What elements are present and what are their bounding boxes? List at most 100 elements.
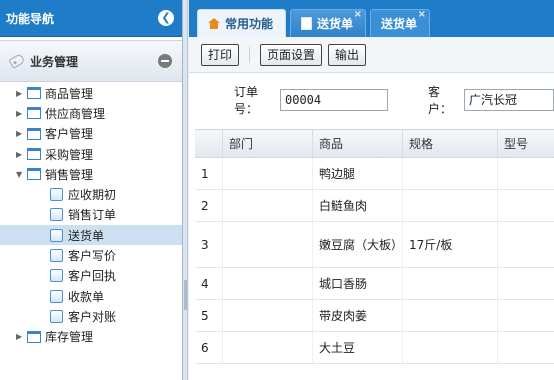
sidebar-item-label: 销售管理 <box>45 167 94 182</box>
sidebar-item-label: 收款单 <box>68 289 105 304</box>
order-no-field[interactable] <box>280 88 388 111</box>
cell-spec[interactable] <box>403 158 498 189</box>
sidebar-item-label: 商品管理 <box>45 86 94 101</box>
cell-product[interactable]: 城口香肠 <box>313 268 403 299</box>
collapse-arrow-icon[interactable]: ▼ <box>16 170 24 179</box>
sidebar-item-supplier-management[interactable]: ▶ 供应商管理 <box>0 103 182 123</box>
expand-arrow-icon[interactable]: ▶ <box>16 109 24 118</box>
cell-product[interactable]: 大土豆 <box>313 332 403 363</box>
sidebar-item-delivery-note[interactable]: 送货单 <box>0 225 182 246</box>
sidebar-splitter[interactable] <box>183 0 188 380</box>
cell-product[interactable]: 带皮肉姜 <box>313 300 403 331</box>
cell-product[interactable]: 嫩豆腐（大板） <box>313 222 403 267</box>
tag-icon <box>8 53 26 69</box>
close-tab-icon[interactable]: × <box>354 9 362 20</box>
sidebar-item-label: 客户回执 <box>68 269 117 284</box>
cell-department[interactable] <box>223 158 313 189</box>
close-tab-icon[interactable]: × <box>418 9 426 20</box>
cell-product[interactable]: 鸭边腿 <box>313 158 403 189</box>
sidebar-item-label: 客户对账 <box>68 309 117 324</box>
cell-department[interactable] <box>223 332 313 363</box>
page-setup-button[interactable]: 页面设置 <box>260 43 323 66</box>
sidebar-item-label: 采购管理 <box>45 147 94 162</box>
cell-spec[interactable]: 17斤/板 <box>403 222 498 267</box>
column-header-rownum <box>195 130 223 157</box>
toolbar-divider <box>249 46 251 63</box>
document-icon <box>50 309 63 323</box>
expand-arrow-icon[interactable]: ▶ <box>16 89 24 98</box>
column-header-product[interactable]: 商品 <box>313 130 403 157</box>
sidebar-item-customer-pricing[interactable]: 客户写价 <box>0 245 182 265</box>
document-icon <box>50 228 63 242</box>
cell-spec[interactable] <box>403 332 498 363</box>
collapse-sidebar-icon[interactable]: ❮ <box>158 10 174 26</box>
column-header-spec[interactable]: 规格 <box>403 130 498 157</box>
sidebar-item-customer-management[interactable]: ▶ 客户管理 <box>0 124 182 144</box>
sidebar-item-purchase-management[interactable]: ▶ 采购管理 <box>0 144 182 164</box>
sidebar-item-payment-receipt[interactable]: 收款单 <box>0 286 182 306</box>
sidebar-item-label: 送货单 <box>68 228 105 243</box>
print-button[interactable]: 打印 <box>201 43 240 66</box>
sidebar-item-sales-order[interactable]: 销售订单 <box>0 205 182 225</box>
column-header-department[interactable]: 部门 <box>223 130 313 157</box>
cell-department[interactable] <box>223 268 313 299</box>
sidebar-item-label: 库存管理 <box>45 330 94 345</box>
tab-delivery-note-active[interactable]: 送货单 × <box>370 9 431 37</box>
sidebar-item-label: 应收期初 <box>68 188 117 203</box>
sidebar-item-sales-management[interactable]: ▼ 销售管理 <box>0 164 182 184</box>
splitter-handle[interactable] <box>184 280 187 310</box>
tab-delivery-note[interactable]: 送货单 × <box>290 9 367 37</box>
table-row[interactable]: 3 嫩豆腐（大板） 17斤/板 <box>195 222 554 268</box>
sidebar-item-label: 供应商管理 <box>45 106 106 121</box>
cell-model[interactable] <box>498 332 554 363</box>
table-row[interactable]: 2 白鲢鱼肉 <box>195 190 554 222</box>
folder-icon <box>27 87 41 100</box>
cell-model[interactable] <box>498 190 554 221</box>
tab-label: 常用功能 <box>225 17 274 31</box>
table-row[interactable]: 1 鸭边腿 <box>195 158 554 190</box>
page-icon <box>301 17 313 30</box>
sidebar-item-label: 客户管理 <box>45 127 94 142</box>
sidebar-item-customer-receipt[interactable]: 客户回执 <box>0 266 182 286</box>
cell-product[interactable]: 白鲢鱼肉 <box>313 190 403 221</box>
cell-department[interactable] <box>223 222 313 267</box>
cell-model[interactable] <box>498 268 554 299</box>
sidebar-header: 功能导航 ❮ <box>0 0 182 37</box>
expand-arrow-icon[interactable]: ▶ <box>16 129 24 138</box>
customer-field[interactable] <box>464 88 554 111</box>
table-row[interactable]: 4 城口香肠 <box>195 268 554 300</box>
table-row[interactable]: 6 大土豆 <box>195 332 554 364</box>
table-row[interactable]: 5 带皮肉姜 <box>195 300 554 332</box>
cell-spec[interactable] <box>403 190 498 221</box>
document-icon <box>50 269 63 283</box>
navigation-sidebar: 功能导航 ❮ 业务管理 ▶ 商品管理 ▶ 供应商管理 ▶ 客户管理 ▶ 采购管理 <box>0 0 183 380</box>
expand-arrow-icon[interactable]: ▶ <box>16 150 24 159</box>
collapse-group-icon[interactable] <box>158 54 172 68</box>
row-number: 1 <box>195 158 223 189</box>
cell-spec[interactable] <box>403 300 498 331</box>
document-icon <box>50 208 63 222</box>
expand-arrow-icon[interactable]: ▶ <box>16 332 24 341</box>
cell-department[interactable] <box>223 190 313 221</box>
folder-icon <box>27 330 41 343</box>
sidebar-item-inventory-management[interactable]: ▶ 库存管理 <box>0 327 182 347</box>
cell-spec[interactable] <box>403 268 498 299</box>
sidebar-title: 功能导航 <box>6 11 55 26</box>
sidebar-item-product-management[interactable]: ▶ 商品管理 <box>0 83 182 103</box>
sidebar-item-customer-reconciliation[interactable]: 客户对账 <box>0 306 182 326</box>
sidebar-item-label: 客户写价 <box>68 249 117 264</box>
row-number: 6 <box>195 332 223 363</box>
tab-common-functions[interactable]: 常用功能 <box>197 9 287 37</box>
group-business-management[interactable]: 业务管理 <box>0 40 182 82</box>
cell-model[interactable] <box>498 300 554 331</box>
sidebar-item-receivable-opening[interactable]: 应收期初 <box>0 184 182 204</box>
cell-model[interactable] <box>498 158 554 189</box>
cell-model[interactable] <box>498 222 554 267</box>
cell-department[interactable] <box>223 300 313 331</box>
column-header-model[interactable]: 型号 <box>498 130 554 157</box>
export-button[interactable]: 输出 <box>328 43 367 66</box>
grid-header: 部门 商品 规格 型号 <box>195 130 554 158</box>
home-icon <box>208 18 220 29</box>
folder-icon <box>27 148 41 161</box>
document-icon <box>50 249 63 263</box>
